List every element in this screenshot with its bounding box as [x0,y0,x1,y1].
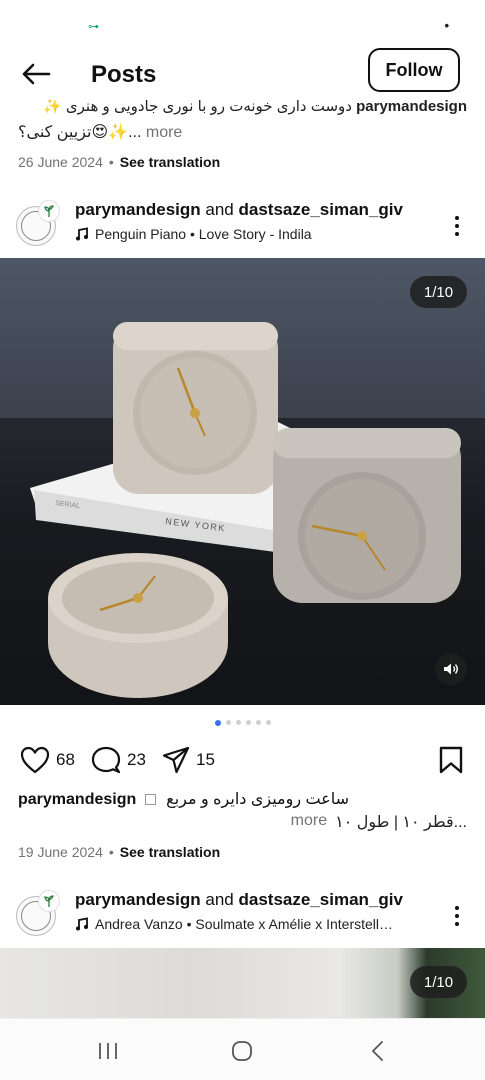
caption-line2: more قطر ۱۰ | طول ۱۰... [18,812,467,832]
next-post-image[interactable]: 1/10 [0,948,485,1020]
post-connector: and [205,200,234,219]
post-actions: 68 23 15 [0,742,485,778]
sound-button[interactable] [435,653,467,685]
carousel-dot [225,720,231,725]
page-title: Posts [91,61,157,88]
previous-post-caption: parymandesign دوست داری خونه‌ت رو با نور… [18,100,467,148]
next-post-music-text: Andrea Vanzo • Soulmate x Amélie x Inter… [95,916,394,932]
post-date: 19 June 2024 [18,844,103,860]
plant-icon [44,895,54,907]
like-button[interactable]: 68 [20,746,75,774]
comment-button[interactable]: 23 [91,746,146,774]
post-username[interactable]: parymandesign [75,200,201,219]
music-note-icon [76,227,88,241]
next-post-music[interactable]: Andrea Vanzo • Soulmate x Amélie x Inter… [75,916,393,932]
like-count: 68 [56,750,75,769]
square-icon [144,794,156,805]
carousel-counter: 1/10 [410,276,467,308]
next-carousel-counter: 1/10 [410,966,467,998]
chevron-left-icon [372,1041,383,1061]
caption-username[interactable]: parymandesign [18,791,136,808]
share-count: 15 [196,750,215,769]
comment-icon [91,746,121,774]
heart-icon [20,746,50,774]
post-collaborator[interactable]: dastsaze_siman_giv [239,200,403,219]
clocks-photo: NEW YORK SERIAL [0,322,485,705]
next-collab-avatar[interactable] [38,890,60,912]
next-post-more-button[interactable] [447,900,467,932]
plant-icon [44,205,54,217]
carousel-dot [265,720,271,725]
post-image[interactable]: NEW YORK SERIAL 1/10 [0,258,485,705]
caption-text2: قطر ۱۰ | طول ۱۰... [335,814,467,831]
recents-button[interactable] [88,1037,128,1065]
home-button[interactable] [222,1037,262,1065]
post-music-text: Penguin Piano • Love Story - Indila [95,226,312,242]
next-post-username[interactable]: parymandesign [75,890,201,909]
top-bar: Posts Follow [0,44,485,104]
caption-more-link[interactable]: more [291,812,327,832]
next-post-connector: and [205,890,234,909]
previous-post-date-row: 26 June 2024 • See translation [18,154,221,170]
music-note-icon [76,917,88,931]
next-post-header: parymandesign and dastsaze_siman_giv And… [0,888,485,944]
see-translation-link[interactable]: See translation [120,844,220,860]
more-vertical-icon [455,216,459,220]
previous-more-link[interactable]: more [146,124,182,141]
previous-caption-text: دوست داری خونه‌ت رو با نوری جادویی و هنر… [43,100,352,115]
status-indicator-icon: • [444,18,449,33]
collab-avatar[interactable] [38,200,60,222]
carousel-dot [235,720,241,725]
previous-caption-text2: تزیین کنی؟😍✨... [18,124,142,141]
post-more-button[interactable] [447,210,467,242]
next-post-usernames: parymandesign and dastsaze_siman_giv [75,890,403,910]
carousel-dots [0,719,485,726]
next-post-collaborator[interactable]: dastsaze_siman_giv [239,890,403,909]
save-button[interactable] [439,746,463,779]
more-vertical-icon [455,906,459,910]
recents-icon [99,1043,117,1059]
comment-count: 23 [127,750,146,769]
post-music[interactable]: Penguin Piano • Love Story - Indila [75,226,312,242]
share-button[interactable]: 15 [162,746,215,774]
previous-caption-username[interactable]: parymandesign [356,100,467,115]
speaker-icon [444,663,458,675]
arrow-left-icon [22,63,51,85]
previous-see-translation-link[interactable]: See translation [120,154,220,170]
bookmark-icon [439,746,463,774]
post-usernames: parymandesign and dastsaze_siman_giv [75,200,403,220]
status-bar: ⊶ • [0,0,485,40]
post-header: parymandesign and dastsaze_siman_giv Pen… [0,198,485,254]
carousel-dot [255,720,261,725]
system-nav-bar [0,1018,485,1080]
previous-caption-line1: parymandesign دوست داری خونه‌ت رو با نور… [18,100,467,117]
status-notification-icon: ⊶ [88,21,99,33]
carousel-dot [214,719,221,726]
post-caption: parymandesign ساعت رومیزی دایره و مربع [18,789,467,811]
send-icon [162,746,190,774]
carousel-dot [245,720,251,725]
system-back-button[interactable] [358,1037,398,1065]
caption-text: ساعت رومیزی دایره و مربع [166,791,350,808]
home-icon [232,1041,252,1061]
previous-post-date: 26 June 2024 [18,154,103,170]
post-date-row: 19 June 2024 • See translation [18,844,221,860]
back-button[interactable] [18,56,54,92]
previous-caption-line2: تزیین کنی؟😍✨... more [18,122,182,142]
follow-button[interactable]: Follow [368,48,460,92]
